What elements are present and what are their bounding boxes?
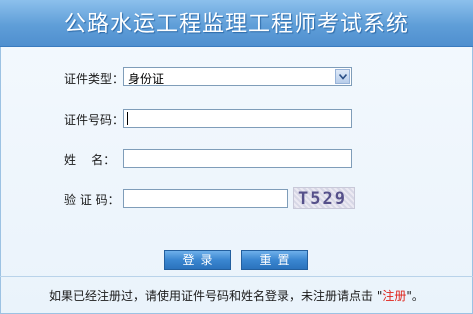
footer-text-before: 如果已经注册过，请使用证件号码和姓名登录，未注册请点击 ": [49, 289, 383, 303]
id-type-select[interactable]: 身份证: [123, 67, 352, 86]
captcha-input[interactable]: [123, 189, 288, 208]
name-input[interactable]: [123, 149, 352, 168]
text-cursor: [127, 112, 128, 125]
reset-button[interactable]: 重置: [241, 250, 308, 270]
name-label: 姓 名：: [64, 153, 116, 167]
id-number-label: 证件号码：: [64, 113, 125, 127]
title-bar: 公路水运工程监理工程师考试系统: [0, 0, 473, 47]
chevron-down-icon[interactable]: [335, 69, 350, 84]
captcha-label: 验 证 码：: [64, 193, 120, 207]
register-link[interactable]: 注册: [382, 289, 406, 303]
login-button[interactable]: 登录: [164, 250, 231, 270]
id-type-selected-value: 身份证: [128, 72, 165, 86]
footer-text-after: "。: [406, 289, 424, 303]
footer-divider: [0, 276, 473, 277]
id-number-input[interactable]: [123, 109, 352, 128]
captcha-image[interactable]: T529: [293, 187, 355, 209]
id-type-label: 证件类型：: [64, 72, 125, 86]
footer-note: 如果已经注册过，请使用证件号码和姓名登录，未注册请点击 "注册"。: [0, 287, 473, 304]
captcha-text: T529: [298, 189, 347, 209]
page-title: 公路水运工程监理工程师考试系统: [63, 12, 409, 37]
